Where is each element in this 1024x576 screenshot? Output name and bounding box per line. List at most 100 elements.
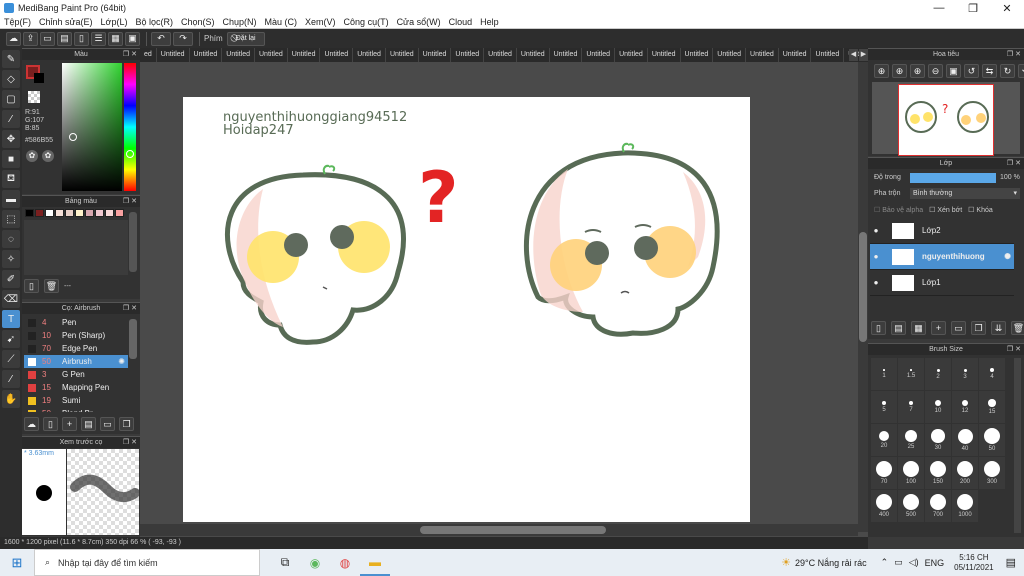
operation-tool-icon[interactable]: ➹ xyxy=(2,330,20,348)
select-tool-icon[interactable]: ⬚ xyxy=(2,210,20,228)
brush-item[interactable]: 3 G Pen xyxy=(24,368,128,381)
reset-view-icon[interactable]: ⟲ xyxy=(1018,64,1024,78)
select-pen-icon[interactable]: ✐ xyxy=(2,270,20,288)
copy-brush-icon[interactable]: ▤ xyxy=(81,417,96,431)
brush-size-cell[interactable]: 7 xyxy=(898,391,924,423)
brush-scrollbar[interactable] xyxy=(129,319,137,359)
panel-close-icon[interactable]: ❐ ✕ xyxy=(1007,49,1021,60)
new-palette-icon[interactable]: ▯ xyxy=(24,279,39,293)
brush-size-cell[interactable]: 2 xyxy=(925,358,951,390)
palette-swatch[interactable] xyxy=(75,209,84,217)
brush-size-cell[interactable]: 200 xyxy=(952,457,978,489)
tab-untitled[interactable]: Untitled xyxy=(681,48,714,62)
layer-row[interactable]: ● nguyenthihuong ✺ xyxy=(870,244,1014,270)
menu-cloud[interactable]: Cloud xyxy=(445,17,477,27)
brush-size-cell[interactable]: 700 xyxy=(925,490,951,522)
palette-swatch[interactable] xyxy=(65,209,74,217)
panel-close-icon[interactable]: ❐ ✕ xyxy=(123,196,137,207)
palette-swatch[interactable] xyxy=(95,209,104,217)
hscroll-thumb[interactable] xyxy=(420,526,606,534)
clock[interactable]: 5:16 CH 05/11/2021 xyxy=(954,553,993,573)
page-icon[interactable]: ▯ xyxy=(74,31,89,46)
bucket-tool-icon[interactable]: ⛾ xyxy=(2,170,20,188)
delete-layer-icon[interactable]: 🗑 xyxy=(1011,321,1024,335)
opacity-slider[interactable] xyxy=(910,173,996,183)
tab-untitled[interactable]: Untitled xyxy=(713,48,747,62)
brush-size-cell[interactable]: 10 xyxy=(925,391,951,423)
brush-size-cell[interactable]: 15 xyxy=(979,391,1005,423)
tab-untitled[interactable]: Untitled xyxy=(419,48,452,62)
blend-select[interactable]: Bình thường ▾ xyxy=(910,188,1020,199)
new-8bit-icon[interactable]: ▦ xyxy=(911,321,926,335)
select-eraser-icon[interactable]: ⌫ xyxy=(2,290,20,308)
tab-untitled[interactable]: Untitled xyxy=(320,48,354,62)
tab-untitled[interactable]: Untitled xyxy=(353,48,386,62)
saturation-value-picker[interactable] xyxy=(62,63,122,191)
palette-scrollbar[interactable] xyxy=(129,212,137,272)
visibility-eye-icon[interactable]: ● xyxy=(870,278,882,287)
redo-icon[interactable]: ↷ xyxy=(173,31,193,46)
taskbar-search[interactable]: ⌕ Nhập tại đây để tìm kiếm xyxy=(34,549,260,576)
brush-size-cell[interactable]: 500 xyxy=(898,490,924,522)
drawing-canvas[interactable]: nguyenthihuonggiang94512 Hoidap247 ? xyxy=(183,97,750,522)
palette-swatch[interactable] xyxy=(35,209,44,217)
tab-untitled[interactable]: Untitled xyxy=(615,48,648,62)
zoom-out-icon[interactable]: ⊖ xyxy=(928,64,943,78)
layer-row[interactable]: ● Lớp2 xyxy=(870,218,1014,244)
sv-cursor[interactable] xyxy=(69,133,77,141)
brush-size-scrollbar[interactable] xyxy=(1014,358,1021,533)
brush-size-cell[interactable]: 25 xyxy=(898,424,924,456)
list-icon[interactable]: ☰ xyxy=(91,31,106,46)
network-icon[interactable]: ▭ xyxy=(894,557,903,568)
panel-close-icon[interactable]: ❐ ✕ xyxy=(123,303,137,314)
brush-size-cell[interactable]: 150 xyxy=(925,457,951,489)
medibang-app-icon[interactable]: ◉ xyxy=(300,549,330,576)
zoom-in-icon[interactable]: ⊕ xyxy=(892,64,907,78)
tray-arrow-icon[interactable]: ⌃ xyxy=(881,557,889,568)
tab-untitled[interactable]: Untitled xyxy=(484,48,517,62)
brush-item[interactable]: 10 Pen (Sharp) xyxy=(24,329,128,342)
brush-size-cell[interactable]: 50 xyxy=(979,424,1005,456)
dotpen-tool-icon[interactable]: ⁄ xyxy=(2,110,20,128)
new-brush-icon[interactable]: ▯ xyxy=(43,417,58,431)
brush-item[interactable]: 4 Pen xyxy=(24,316,128,329)
brush-size-cell[interactable]: 400 xyxy=(871,490,897,522)
tab-untitled[interactable]: Untitled xyxy=(550,48,583,62)
tab-right-icon[interactable]: ▶ xyxy=(859,49,868,61)
navigator-viewport[interactable]: ? xyxy=(898,84,994,156)
brush-size-cell[interactable]: 100 xyxy=(898,457,924,489)
menu-color[interactable]: Màu (C) xyxy=(261,17,302,27)
notification-icon[interactable]: ▤ xyxy=(1006,556,1016,569)
canvas-area[interactable]: nguyenthihuonggiang94512 Hoidap247 ? xyxy=(140,62,868,538)
add-brush-icon[interactable]: + xyxy=(62,417,77,431)
comment-icon[interactable]: ▭ xyxy=(40,31,55,46)
brush-size-cell[interactable]: 1.5 xyxy=(898,358,924,390)
menu-filter[interactable]: Bộ lọc(R) xyxy=(131,17,177,27)
visibility-eye-icon[interactable]: ● xyxy=(870,252,882,261)
hue-slider[interactable] xyxy=(124,63,136,191)
add-layer-menu-icon[interactable]: + xyxy=(931,321,946,335)
chrome-icon[interactable]: ◍ xyxy=(330,549,360,576)
lock-checkbox[interactable]: ☐ Khóa xyxy=(968,206,993,214)
gradient-tool-icon[interactable]: ▬ xyxy=(2,190,20,208)
brush-tool-icon[interactable]: ✎ xyxy=(2,50,20,68)
grid-icon[interactable]: ▦ xyxy=(108,31,123,46)
chat-icon[interactable]: ▤ xyxy=(57,31,72,46)
tab-untitled[interactable]: Untitled xyxy=(779,48,812,62)
brush-item[interactable]: 19 Sumi xyxy=(24,394,128,407)
panel-close-icon[interactable]: ❐ ✕ xyxy=(123,49,137,60)
menu-layer[interactable]: Lớp(L) xyxy=(97,17,132,27)
language-indicator[interactable]: ENG xyxy=(925,558,945,568)
tab-left-icon[interactable]: ◀ xyxy=(849,49,858,61)
brush-item[interactable]: 70 Edge Pen xyxy=(24,342,128,355)
tab-untitled[interactable]: Untitled xyxy=(746,48,779,62)
brush-size-cell[interactable]: 3 xyxy=(952,358,978,390)
tab-untitled[interactable]: Untitled xyxy=(517,48,550,62)
horizontal-scrollbar[interactable] xyxy=(140,524,858,536)
panel-close-icon[interactable]: ❐ ✕ xyxy=(123,437,137,448)
brush-size-cell[interactable]: 70 xyxy=(871,457,897,489)
hue-cursor[interactable] xyxy=(126,150,134,158)
palette-swatch[interactable] xyxy=(85,209,94,217)
folder-icon[interactable]: ▭ xyxy=(951,321,966,335)
brush-size-cell[interactable]: 40 xyxy=(952,424,978,456)
